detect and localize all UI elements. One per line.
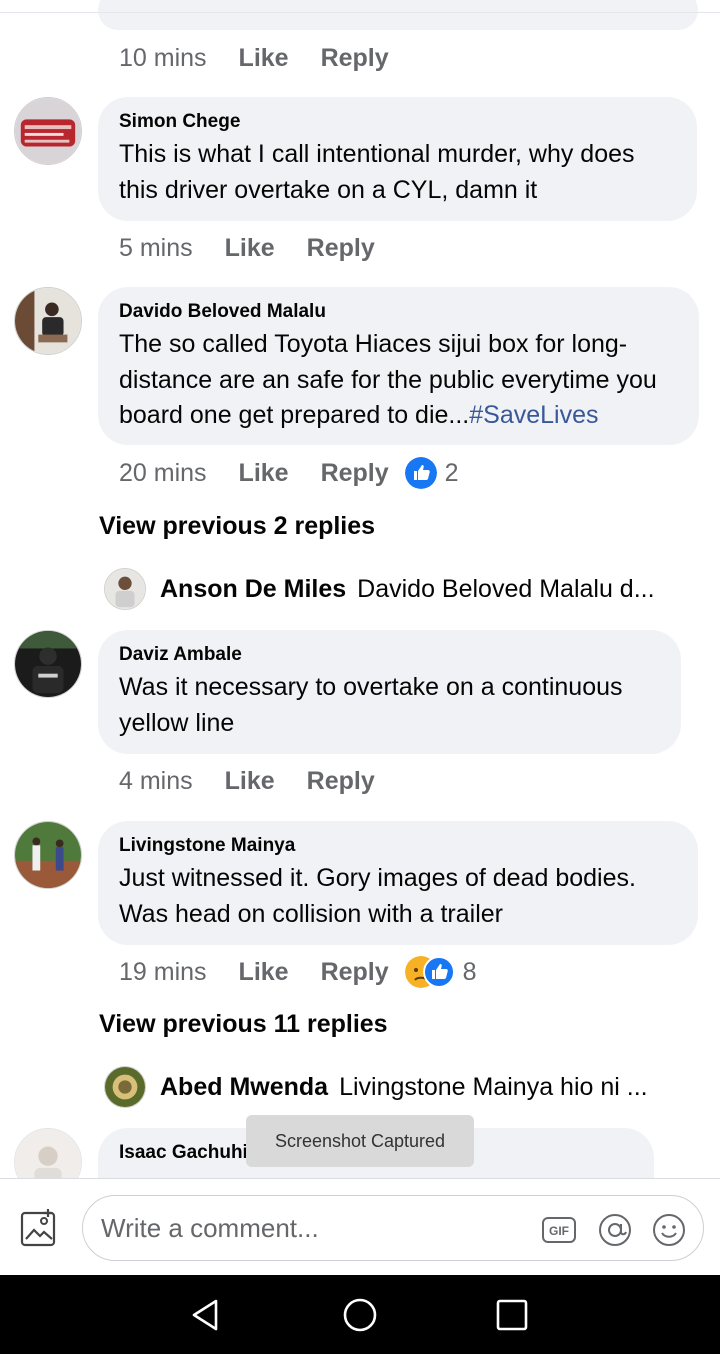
comment-bubble[interactable]: Simon Chege This is what I call intentio… [98,97,697,221]
comment-author[interactable]: Daviz Ambale [119,644,659,666]
reaction-count: 8 [462,957,477,986]
avatar[interactable] [14,1128,82,1178]
reaction-count: 2 [444,458,459,487]
avatar-image [105,569,145,609]
gif-icon[interactable]: GIF [541,1212,577,1248]
reply-author[interactable]: Anson De Miles [160,575,346,604]
reactions-summary[interactable]: 2 [404,457,459,489]
comment-author[interactable]: Livingstone Mainya [119,835,676,857]
comment-text: This is what I call intentional murder, … [119,140,635,204]
comment-author[interactable]: Davido Beloved Malalu [119,301,677,323]
comment-text: Was it necessary to overtake on a contin… [119,673,623,737]
reply-text: Livingstone Mainya hio ni ... [339,1072,648,1101]
view-previous-replies[interactable]: View previous 11 replies [99,1010,388,1039]
comment-placeholder: Write a comment... [101,1213,319,1243]
comment-bubble[interactable]: Davido Beloved Malalu The so called Toyo… [98,287,699,445]
comment-time: 20 mins [119,458,207,487]
avatar-image [15,631,81,697]
comment-meta: 4 mins Like Reply [119,764,375,798]
gallery-icon[interactable] [18,1207,62,1251]
comment-text: The so called Toyota Hiaces sijui box fo… [119,327,677,434]
comment-bubble[interactable]: Livingstone Mainya Just witnessed it. Go… [98,821,698,945]
hashtag-link[interactable]: #SaveLives [469,401,598,429]
avatar[interactable] [104,568,146,610]
avatar[interactable] [14,287,82,355]
reply-button[interactable]: Reply [307,767,375,796]
avatar-image [105,1067,145,1107]
reactions-summary[interactable]: 8 [404,956,477,988]
comment-time: 19 mins [119,957,207,986]
reply-button[interactable]: Reply [321,459,389,488]
recents-icon[interactable] [492,1295,532,1335]
comments-feed: 10 mins Like Reply Simon Chege This is w… [0,0,720,1178]
comment-time: 4 mins [119,766,193,795]
back-icon[interactable] [186,1295,226,1335]
comment-meta: 20 mins Like Reply 2 [119,456,459,490]
avatar-image [15,98,81,164]
previous-comment-bubble [98,0,698,30]
comment-time: 10 mins [119,43,207,72]
avatar-image [15,288,81,354]
reply-button[interactable]: Reply [307,234,375,263]
like-icon [422,956,455,988]
mention-icon[interactable] [597,1212,633,1248]
like-button[interactable]: Like [225,234,275,263]
comment-bubble[interactable]: Daviz Ambale Was it necessary to overtak… [98,630,681,754]
toast-notification: Screenshot Captured [246,1115,474,1167]
comment-meta: 19 mins Like Reply 8 [119,955,477,989]
reply-preview[interactable]: Anson De Miles Davido Beloved Malalu d..… [104,567,704,611]
avatar[interactable] [14,821,82,889]
home-icon[interactable] [340,1295,380,1335]
avatar-image [15,1129,81,1178]
reply-text: Davido Beloved Malalu d... [357,574,655,603]
emoji-icon[interactable] [651,1212,687,1248]
svg-text:GIF: GIF [549,1224,569,1238]
reply-preview[interactable]: Abed Mwenda Livingstone Mainya hio ni ..… [104,1065,704,1109]
like-button[interactable]: Like [225,767,275,796]
reply-button[interactable]: Reply [321,44,389,73]
like-button[interactable]: Like [239,958,289,987]
like-button[interactable]: Like [239,459,289,488]
comment-text: Just witnessed it. Gory images of dead b… [119,864,636,928]
reply-button[interactable]: Reply [321,958,389,987]
comment-meta: 10 mins Like Reply [119,41,389,75]
comment-author[interactable]: Simon Chege [119,111,675,133]
comment-input[interactable]: Write a comment... GIF [82,1195,704,1261]
divider [0,12,720,13]
avatar-image [15,822,81,888]
system-navbar [0,1275,720,1354]
avatar[interactable] [104,1066,146,1108]
comment-time: 5 mins [119,233,193,262]
reply-author[interactable]: Abed Mwenda [160,1073,328,1102]
avatar[interactable] [14,97,82,165]
avatar[interactable] [14,630,82,698]
like-button[interactable]: Like [239,44,289,73]
view-previous-replies[interactable]: View previous 2 replies [99,512,375,541]
comment-composer: Write a comment... GIF [0,1178,720,1275]
like-icon [404,457,437,489]
comment-meta: 5 mins Like Reply [119,231,375,265]
